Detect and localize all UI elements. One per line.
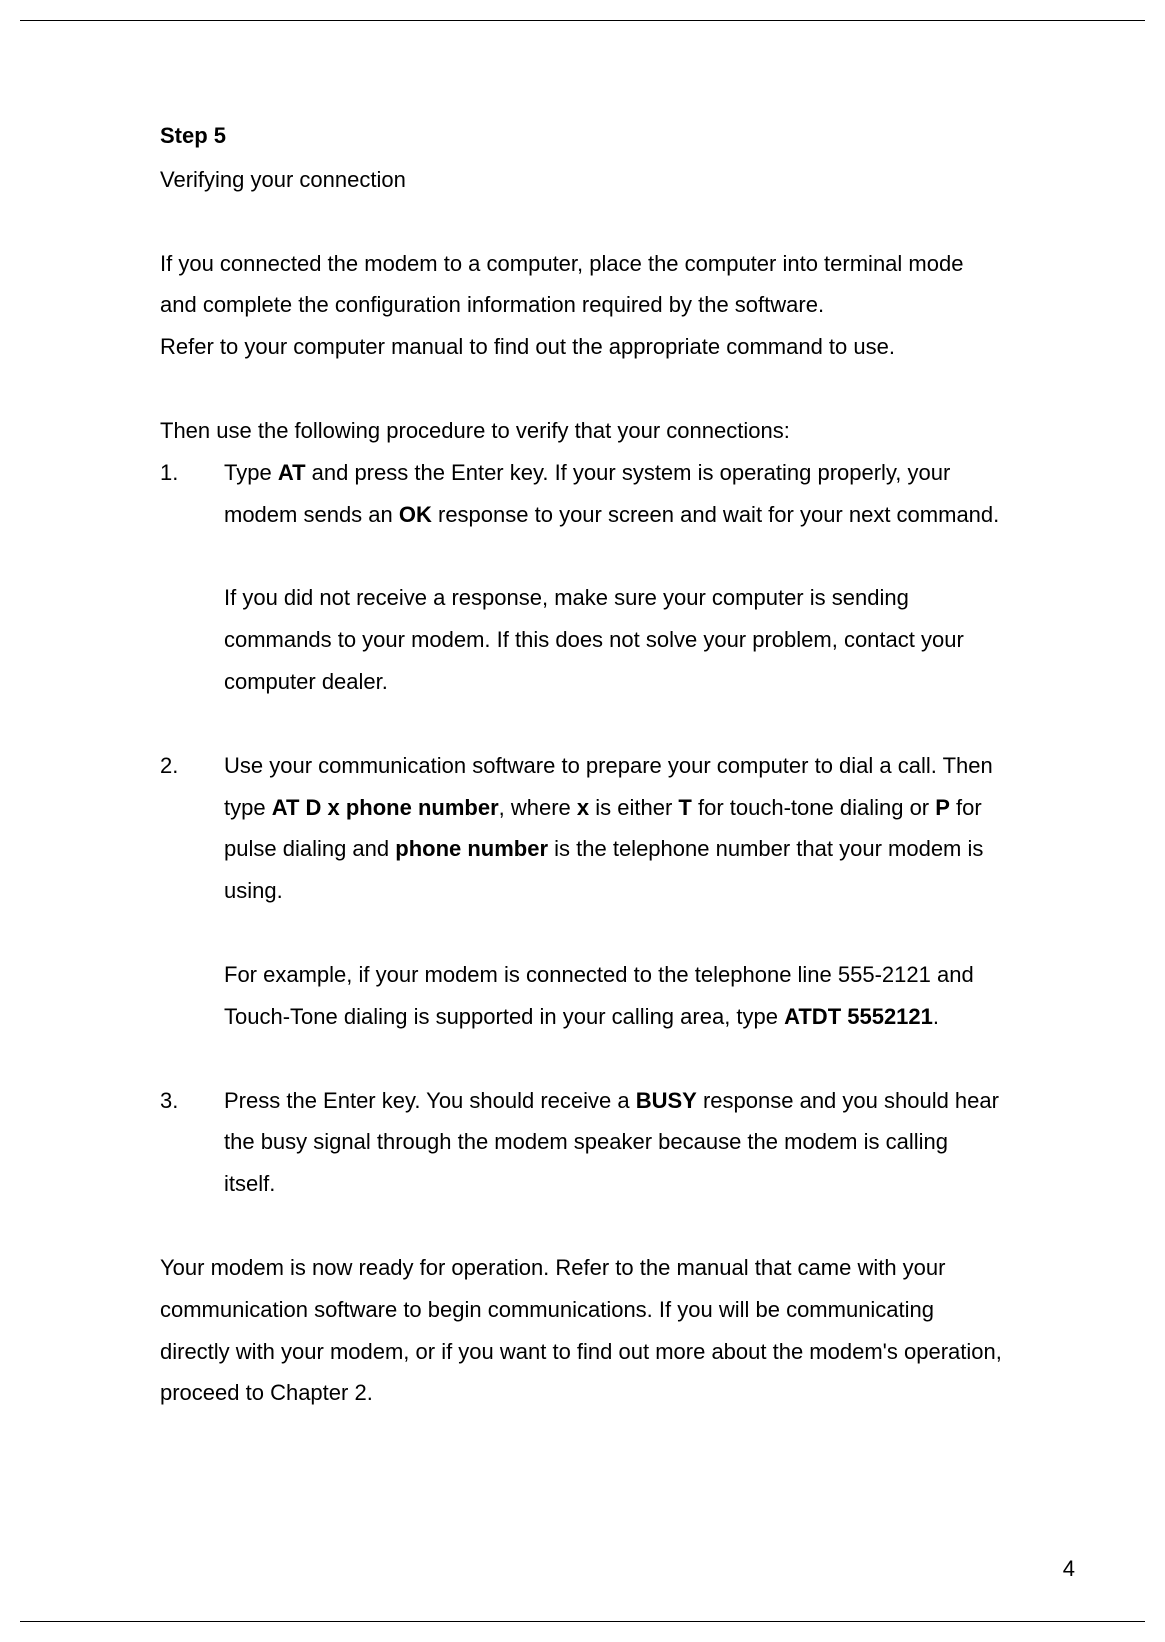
page-number: 4	[1063, 1556, 1075, 1582]
list-item-2: 2. Use your communication software to pr…	[160, 745, 1005, 1038]
intro-paragraph-2: Then use the following procedure to veri…	[160, 410, 1005, 452]
intro-paragraph-1: If you connected the modem to a computer…	[160, 243, 1005, 368]
li2-sub-paragraph: For example, if your modem is connected …	[224, 954, 1005, 1038]
li2-text-2: , where	[499, 795, 577, 820]
li1-sub-paragraph: If you did not receive a response, make …	[224, 577, 1005, 702]
list-number-3: 3.	[160, 1080, 178, 1122]
closing-paragraph: Your modem is now ready for operation. R…	[160, 1247, 1005, 1414]
li2-bold-x: x	[577, 795, 589, 820]
li3-text-1: Press the Enter key. You should receive …	[224, 1088, 636, 1113]
li1-text-3: response to your screen and wait for you…	[432, 502, 999, 527]
document-content: Step 5 Verifying your connection If you …	[160, 115, 1005, 1456]
li2-bold-cmd: AT D x phone number	[272, 795, 499, 820]
li2-text-3: is either	[589, 795, 678, 820]
step-subtitle: Verifying your connection	[160, 159, 1005, 201]
li2-sub-bold-atdt: ATDT 5552121	[784, 1004, 933, 1029]
li2-sub-text-2: .	[933, 1004, 939, 1029]
li2-bold-phone: phone number	[395, 836, 548, 861]
intro-text-1a: If you connected the modem to a computer…	[160, 251, 963, 318]
list-item-1: 1. Type AT and press the Enter key. If y…	[160, 452, 1005, 703]
li2-text-4: for touch-tone dialing or	[692, 795, 935, 820]
page-border-top	[20, 20, 1145, 21]
intro-text-1b: Refer to your computer manual to find ou…	[160, 334, 895, 359]
list-number-1: 1.	[160, 452, 178, 494]
li3-bold-busy: BUSY	[636, 1088, 697, 1113]
list-number-2: 2.	[160, 745, 178, 787]
step-title: Step 5	[160, 115, 1005, 157]
procedure-list: 1. Type AT and press the Enter key. If y…	[160, 452, 1005, 1205]
li2-bold-t: T	[678, 795, 691, 820]
list-item-3: 3. Press the Enter key. You should recei…	[160, 1080, 1005, 1205]
li2-bold-p: P	[935, 795, 950, 820]
page-border-bottom	[20, 1621, 1145, 1622]
li1-bold-at: AT	[278, 460, 306, 485]
li1-bold-ok: OK	[399, 502, 432, 527]
li1-text-1: Type	[224, 460, 278, 485]
